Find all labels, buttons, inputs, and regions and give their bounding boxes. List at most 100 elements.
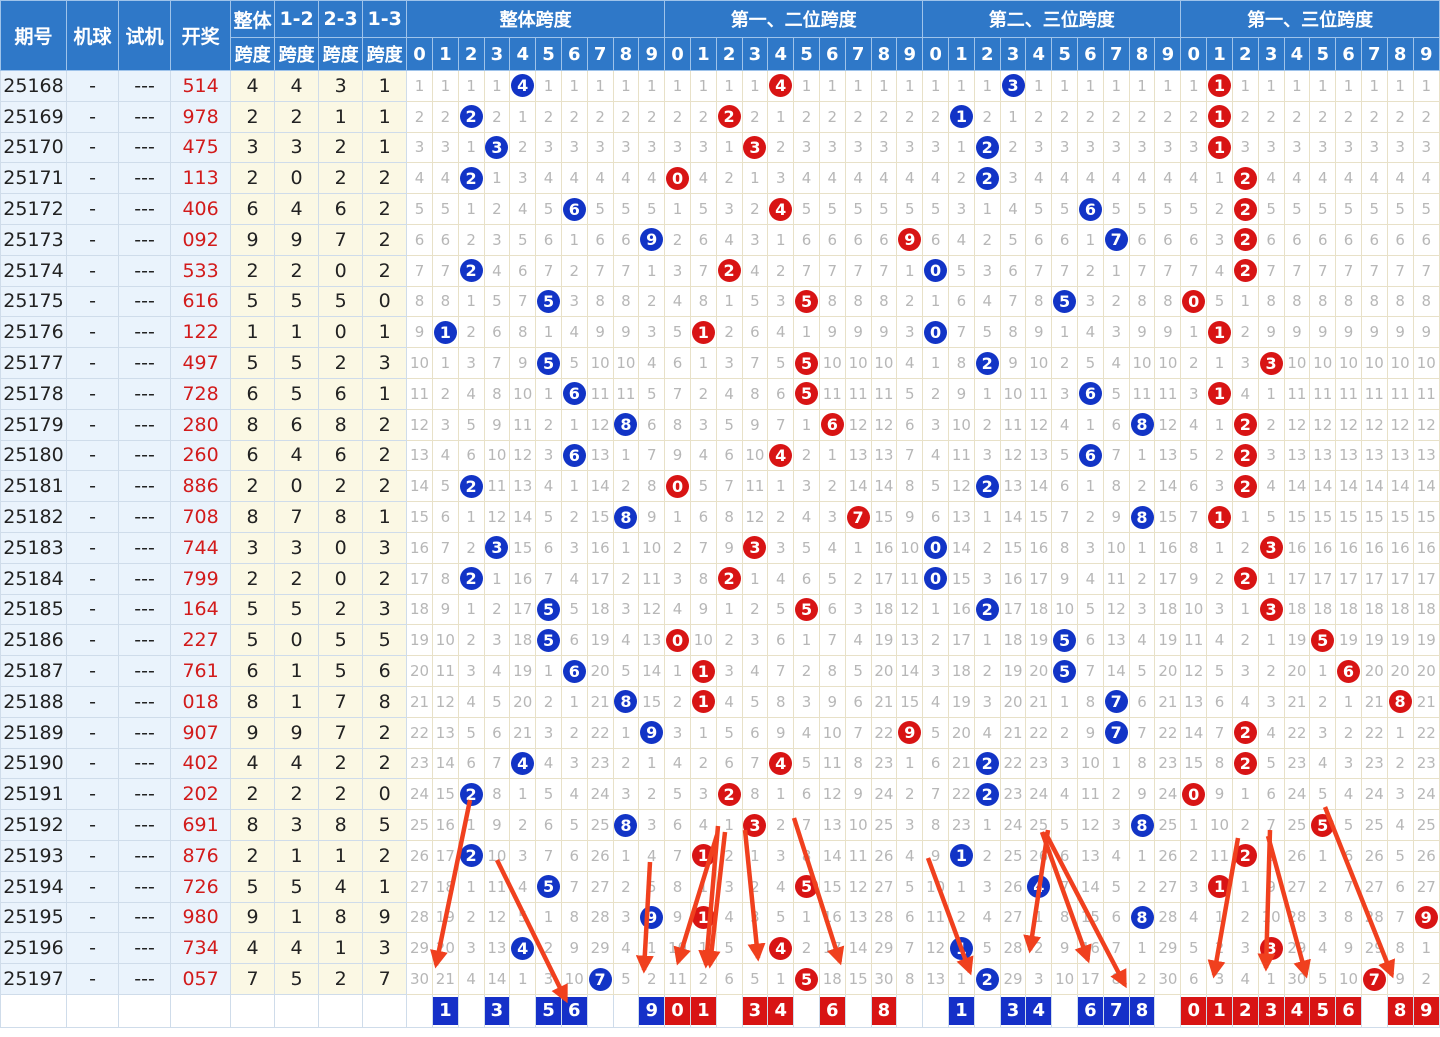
trend-cell: 7: [689, 531, 717, 564]
trend-cell: 11: [741, 470, 769, 503]
machine-cell: -: [66, 100, 120, 133]
hit-ball: 5: [537, 597, 561, 621]
issue-header: 期号: [0, 0, 68, 71]
trend-cell: 2: [612, 562, 640, 595]
hit-ball: 2: [717, 567, 741, 591]
span-value-cell: 9: [362, 901, 408, 934]
digit-header: 7: [844, 37, 872, 71]
trend-cell: 28: [1283, 901, 1311, 934]
span12-header-top: 1-2: [274, 0, 320, 38]
trend-cell: 1: [535, 70, 562, 102]
draw-cell: 708: [170, 501, 232, 533]
trend-cell: 2: [483, 593, 511, 626]
trial-header: 试机: [118, 0, 172, 71]
trend-cell: 9: [1360, 316, 1388, 349]
trend-cell: 3: [638, 131, 666, 164]
trial-cell: ---: [118, 285, 172, 318]
trend-cell: 22: [1154, 716, 1182, 749]
trend-cell: 10: [1051, 593, 1079, 626]
trend-cell: 9: [1309, 316, 1337, 349]
trend-cell: 11: [844, 839, 872, 872]
trend-cell: 2: [457, 624, 485, 657]
trend-cell: 4: [767, 70, 795, 102]
trend-cell: 8: [948, 347, 975, 379]
machine-header: 机球: [66, 0, 120, 71]
trend-cell: 1: [741, 839, 769, 872]
trend-cell: 3: [535, 716, 562, 749]
trend-cell: 7: [870, 254, 898, 287]
trend-cell: 1: [457, 70, 485, 102]
trend-cell: 9: [1257, 316, 1285, 349]
trend-cell: 14: [1102, 655, 1130, 687]
hit-ball: 2: [717, 782, 741, 806]
prediction-cell: 8: [1386, 993, 1414, 1028]
trial-cell: ---: [118, 162, 172, 195]
trend-cell: 9: [1335, 316, 1362, 349]
digit-header: 2: [973, 37, 1001, 71]
draw-cell: 202: [170, 778, 232, 811]
trend-cell: 2: [457, 162, 485, 195]
trend-cell: 18: [1154, 593, 1182, 626]
trend-cell: 14: [586, 470, 614, 503]
trend-cell: 12: [1309, 408, 1337, 441]
table-row: 25182- --- 708 8 7 8 1 15 6 1 12 14 5 2 15 8 9 1 6 8 12 2 4 3 7 1…: [0, 501, 1440, 533]
hit-ball: 5: [795, 875, 819, 899]
trend-cell: 30: [406, 963, 433, 995]
hit-ball: 5: [1053, 289, 1077, 313]
trend-cell: 2: [406, 100, 433, 133]
trend-cell: 2: [1206, 932, 1233, 965]
trend-cell: 5: [431, 193, 459, 225]
trend-cell: 6: [509, 254, 537, 287]
hit-ball: 8: [614, 813, 638, 837]
digit-header: 9: [638, 37, 666, 71]
trend-cell: 1: [1231, 870, 1259, 903]
trend-cell: 10: [1335, 963, 1362, 995]
hit-ball: 6: [1078, 197, 1102, 221]
trend-cell: 15: [1025, 501, 1053, 533]
machine-cell: -: [66, 901, 120, 934]
machine-cell: -: [66, 316, 120, 349]
trial-cell: ---: [118, 685, 172, 718]
trend-cell: 5: [535, 285, 562, 318]
hit-ball: 2: [459, 782, 483, 806]
trend-cell: 1: [870, 70, 898, 102]
table-row: 25185- --- 164 5 5 2 3 18 9 1 2 17 5 5 18 3 12 4 9 1 2 5 5 6 3 18…: [0, 593, 1440, 626]
trend-cell: 14: [406, 470, 433, 503]
trend-cell: 27: [870, 870, 898, 903]
trend-cell: 4: [406, 162, 433, 195]
span-value-cell: 2: [362, 162, 408, 195]
machine-cell: -: [66, 839, 120, 872]
trend-cell: 19: [1283, 624, 1311, 657]
trend-cell: 1: [483, 162, 511, 195]
issue-cell: 25189: [0, 716, 68, 749]
span-value-cell: 1: [230, 316, 276, 349]
trend-cell: 2: [715, 100, 743, 133]
trend-cell: 14: [1412, 470, 1440, 503]
trend-cell: 14: [896, 655, 924, 687]
trial-cell: ---: [118, 316, 172, 349]
trend-cell: 5: [406, 193, 433, 225]
trend-cell: 9: [483, 408, 511, 441]
trend-cell: 7: [1102, 223, 1130, 256]
trend-cell: 26: [1283, 839, 1311, 872]
trend-cell: 0: [922, 316, 950, 349]
trend-cell: 5: [1206, 285, 1233, 318]
trend-cell: 8: [1128, 747, 1156, 780]
trend-cell: 7: [586, 963, 614, 995]
trend-cell: 6: [896, 408, 924, 441]
trend-cell: 2: [870, 100, 898, 133]
span-value-cell: 5: [274, 963, 320, 995]
draw-cell: 728: [170, 377, 232, 410]
trend-cell: 15: [818, 870, 846, 903]
trend-cell: 7: [509, 285, 537, 318]
trend-cell: 2: [715, 162, 743, 195]
trend-cell: 7: [689, 254, 717, 287]
trend-cell: 9: [1102, 501, 1130, 533]
trend-cell: 10: [1102, 531, 1130, 564]
trend-cell: 2: [1231, 716, 1259, 749]
digit-header: 8: [1386, 37, 1414, 71]
trend-cell: 8: [406, 285, 433, 318]
trend-cell: 10: [948, 408, 975, 441]
draw-cell: 402: [170, 747, 232, 780]
trend-cell: 16: [406, 531, 433, 564]
